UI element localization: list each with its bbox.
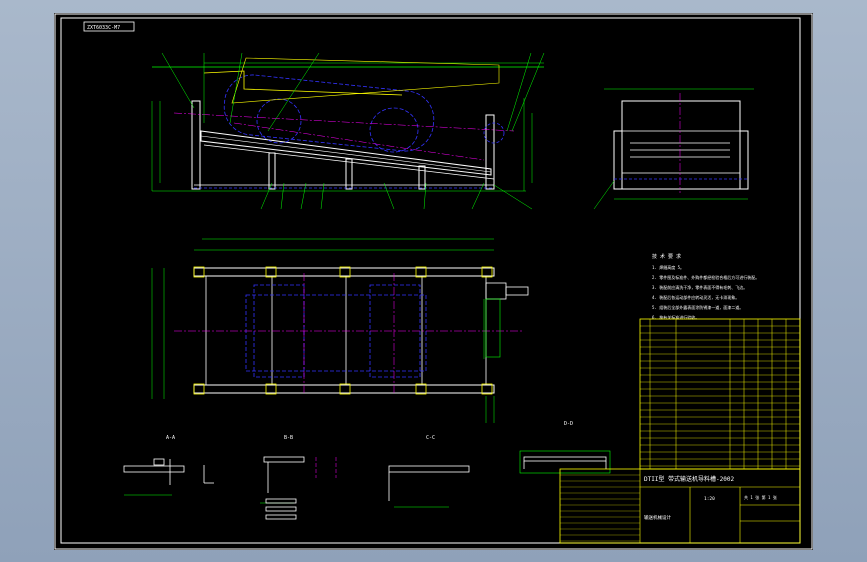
plan-view (151, 238, 529, 423)
sheet-info: 共 1 张 第 1 张 (744, 494, 777, 500)
section-label-dd: D-D (564, 421, 573, 427)
company-name: 输送机械设计 (644, 514, 671, 521)
note-line-1: 1. 焊缝高度 5。 (652, 264, 684, 270)
drawing-name: DTII型 带式输送机导料槽-2002 (644, 475, 735, 483)
section-label-bb: B-B (284, 435, 293, 441)
front-view (151, 52, 545, 210)
drawing-canvas: ZXT6033C-M7 A-A B-B C-C D-D 技 术 要 求 1. 焊… (54, 13, 813, 550)
parts-list (639, 318, 801, 470)
notes-title: 技 术 要 求 (652, 253, 681, 260)
section-label-cc: C-C (426, 435, 435, 441)
section-details (123, 450, 611, 520)
inner-frame (60, 17, 801, 544)
scale-text: 1:20 (704, 496, 715, 502)
note-line-2: 2. 零件图及标准件、外购件都经检验合格后方可进行装配。 (652, 274, 759, 280)
note-line-3: 3. 装配前应清洗干净，零件表面不得有毛刺、飞边。 (652, 284, 747, 290)
section-label-aa: A-A (166, 435, 175, 441)
side-view (593, 88, 754, 210)
note-line-4: 4. 装配后各运动部件应转动灵活，无卡滞现象。 (652, 294, 739, 300)
title-tag: ZXT6033C-M7 (87, 25, 120, 31)
title-block: DTII型 带式输送机导料槽-2002 1:20 共 1 张 第 1 张 输送机… (559, 468, 801, 544)
cad-viewport[interactable]: ZXT6033C-M7 A-A B-B C-C D-D 技 术 要 求 1. 焊… (0, 0, 867, 562)
drawing-sheet[interactable]: ZXT6033C-M7 A-A B-B C-C D-D 技 术 要 求 1. 焊… (54, 13, 813, 550)
note-line-5: 5. 组装后全部外露表面涂防锈漆一道，面漆二道。 (652, 304, 743, 310)
technical-notes: 技 术 要 求 1. 焊缝高度 5。 2. 零件图及标准件、外购件都经检验合格后… (652, 253, 759, 320)
